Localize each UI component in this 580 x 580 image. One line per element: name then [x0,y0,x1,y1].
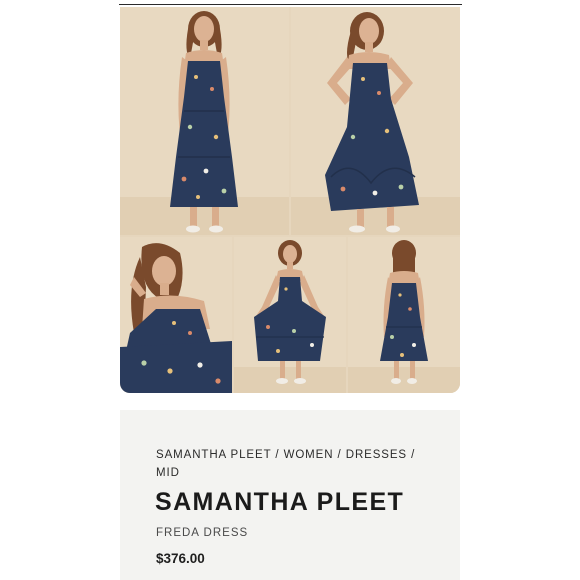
product-image-gallery [120,7,460,393]
product-photo-back[interactable] [348,237,460,393]
breadcrumb-item-women[interactable]: WOMEN [284,449,334,461]
product-brand-title: SAMANTHA PLEET [155,488,405,516]
model-back-illustration [348,237,460,393]
breadcrumb-separator: / [271,449,284,461]
product-name: FREDA DRESS [156,527,249,539]
product-photo-skirt-held[interactable] [234,237,346,393]
model-seated-illustration [120,237,232,393]
breadcrumb-separator: / [333,449,346,461]
top-divider [119,4,462,5]
model-front-illustration [120,7,289,235]
breadcrumb: SAMANTHA PLEET / WOMEN / DRESSES / MID [156,446,426,482]
breadcrumb-item-mid[interactable]: MID [156,467,180,479]
breadcrumb-separator: / [407,449,416,461]
product-photo-hand-on-hip[interactable] [291,7,460,235]
breadcrumb-item-dresses[interactable]: DRESSES [346,449,407,461]
product-photo-seated[interactable] [120,237,232,393]
model-skirt-illustration [234,237,346,393]
breadcrumb-item-brand[interactable]: SAMANTHA PLEET [156,449,271,461]
product-photo-front[interactable] [120,7,289,235]
product-info-panel: SAMANTHA PLEET / WOMEN / DRESSES / MID S… [120,410,460,580]
product-price: $376.00 [156,551,205,566]
model-pose-illustration [291,7,460,235]
